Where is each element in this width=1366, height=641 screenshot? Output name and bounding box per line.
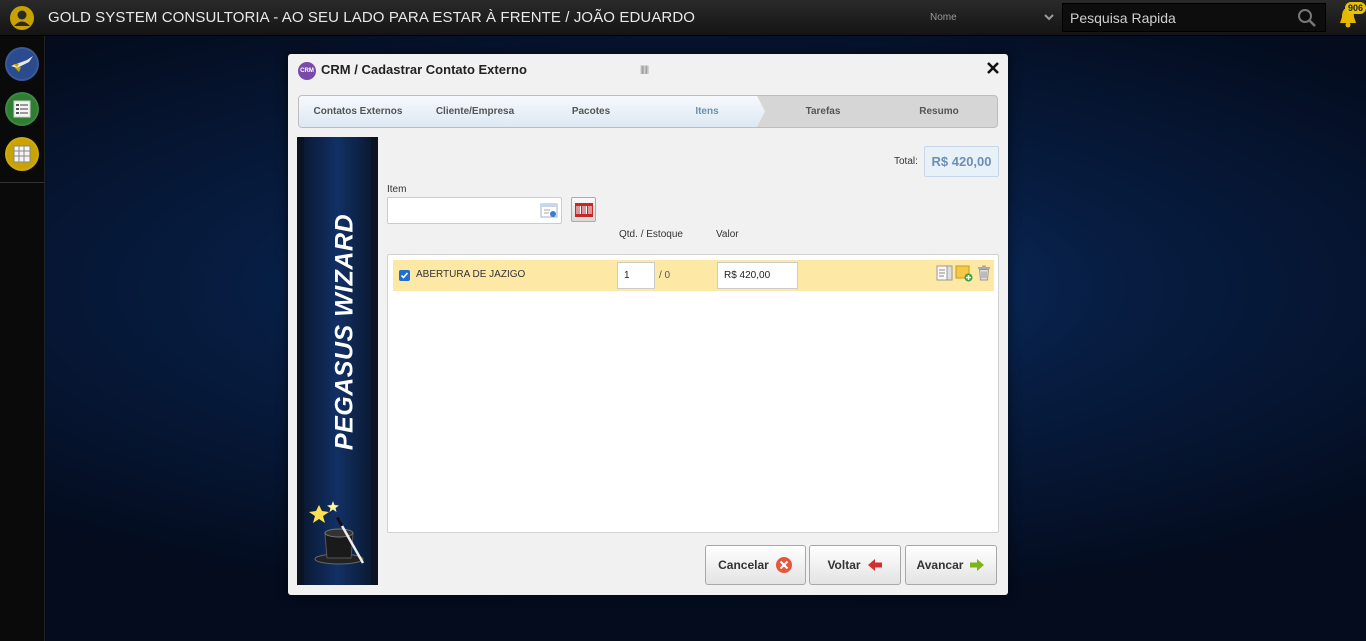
drag-handle[interactable]: |||||| bbox=[640, 64, 649, 74]
step-resumo[interactable]: Resumo bbox=[887, 106, 991, 117]
search-input[interactable] bbox=[1070, 8, 1290, 28]
notifications-badge: 906 bbox=[1344, 2, 1366, 14]
dialog-title-separator: / bbox=[354, 62, 358, 77]
user-icon bbox=[10, 6, 34, 30]
item-details-button[interactable] bbox=[935, 264, 953, 282]
check-icon bbox=[400, 272, 409, 279]
step-contatos-externos[interactable]: Contatos Externos bbox=[306, 106, 410, 117]
magic-hat-icon bbox=[309, 501, 365, 565]
item-add-note-button[interactable] bbox=[955, 264, 973, 282]
barcode-icon bbox=[574, 202, 593, 217]
list-icon bbox=[13, 100, 31, 118]
cancel-button[interactable]: Cancelar bbox=[705, 545, 806, 585]
left-sidebar bbox=[0, 36, 45, 641]
barcode-button[interactable] bbox=[571, 197, 596, 222]
crm-dialog: CRM CRM / Cadastrar Contato Externo ||||… bbox=[288, 54, 1008, 595]
wizard-steps: Contatos Externos Cliente/Empresa Pacote… bbox=[298, 95, 998, 128]
user-avatar-button[interactable] bbox=[6, 4, 38, 32]
notifications-button[interactable]: 906 bbox=[1336, 2, 1366, 31]
item-checkbox[interactable] bbox=[399, 270, 410, 281]
item-qty-input[interactable]: 1 bbox=[617, 262, 655, 289]
lookup-icon[interactable] bbox=[540, 203, 558, 219]
close-button[interactable] bbox=[985, 62, 1001, 78]
item-name: ABERTURA DE JAZIGO bbox=[416, 269, 526, 280]
step-tarefas[interactable]: Tarefas bbox=[771, 106, 875, 117]
sidebar-item-grid[interactable] bbox=[5, 137, 39, 171]
dialog-title-text: Cadastrar Contato Externo bbox=[361, 62, 527, 77]
details-icon bbox=[936, 265, 952, 281]
app-title: GOLD SYSTEM CONSULTORIA - AO SEU LADO PA… bbox=[48, 9, 696, 26]
step-itens[interactable]: Itens bbox=[655, 106, 759, 117]
top-bar: GOLD SYSTEM CONSULTORIA - AO SEU LADO PA… bbox=[0, 0, 1366, 36]
item-input[interactable] bbox=[391, 202, 536, 220]
sidebar-item-list[interactable] bbox=[5, 92, 39, 126]
cancel-icon bbox=[775, 557, 792, 573]
item-value-input[interactable]: R$ 420,00 bbox=[717, 262, 798, 289]
qty-header: Qtd. / Estoque bbox=[619, 229, 683, 240]
wizard-banner: PEGASUS WIZARD bbox=[297, 137, 378, 585]
search-type-select[interactable]: Nome bbox=[930, 12, 957, 23]
stock-header-label: Estoque bbox=[646, 229, 683, 240]
item-stock: / 0 bbox=[659, 270, 671, 281]
arrow-right-icon bbox=[970, 559, 985, 571]
list-item[interactable]: ABERTURA DE JAZIGO 1 / 0 R$ 420,00 bbox=[393, 260, 994, 291]
item-actions bbox=[935, 264, 993, 282]
dialog-module: CRM bbox=[321, 62, 351, 77]
cancel-button-label: Cancelar bbox=[718, 558, 769, 572]
item-label: Item bbox=[387, 184, 407, 195]
sidebar-item-launch[interactable] bbox=[5, 47, 39, 81]
wizard-banner-text: PEGASUS WIZARD bbox=[330, 213, 359, 451]
total-label: Total: bbox=[894, 156, 918, 167]
close-icon bbox=[987, 62, 999, 74]
grid-icon bbox=[13, 145, 31, 163]
value-header: Valor bbox=[716, 229, 739, 240]
sidebar-divider bbox=[0, 182, 44, 183]
search-icon[interactable] bbox=[1297, 8, 1317, 28]
back-button-label: Voltar bbox=[827, 558, 861, 572]
trash-icon bbox=[978, 265, 990, 281]
crm-icon: CRM bbox=[298, 62, 316, 80]
next-button[interactable]: Avancar bbox=[905, 545, 997, 585]
launch-icon bbox=[11, 56, 33, 72]
step-pacotes[interactable]: Pacotes bbox=[539, 106, 643, 117]
next-button-label: Avancar bbox=[916, 558, 964, 572]
qty-header-label: Qtd. bbox=[619, 229, 638, 240]
back-button[interactable]: Voltar bbox=[809, 545, 901, 585]
total-value: R$ 420,00 bbox=[924, 146, 999, 177]
arrow-left-icon bbox=[867, 559, 882, 571]
qty-header-separator: / bbox=[640, 229, 644, 240]
chevron-down-icon[interactable] bbox=[1043, 11, 1055, 23]
step-cliente-empresa[interactable]: Cliente/Empresa bbox=[423, 106, 527, 117]
note-add-icon bbox=[955, 265, 973, 282]
dialog-title: CRM / Cadastrar Contato Externo bbox=[321, 62, 527, 77]
items-list: ABERTURA DE JAZIGO 1 / 0 R$ 420,00 bbox=[387, 254, 999, 533]
item-delete-button[interactable] bbox=[975, 264, 993, 282]
